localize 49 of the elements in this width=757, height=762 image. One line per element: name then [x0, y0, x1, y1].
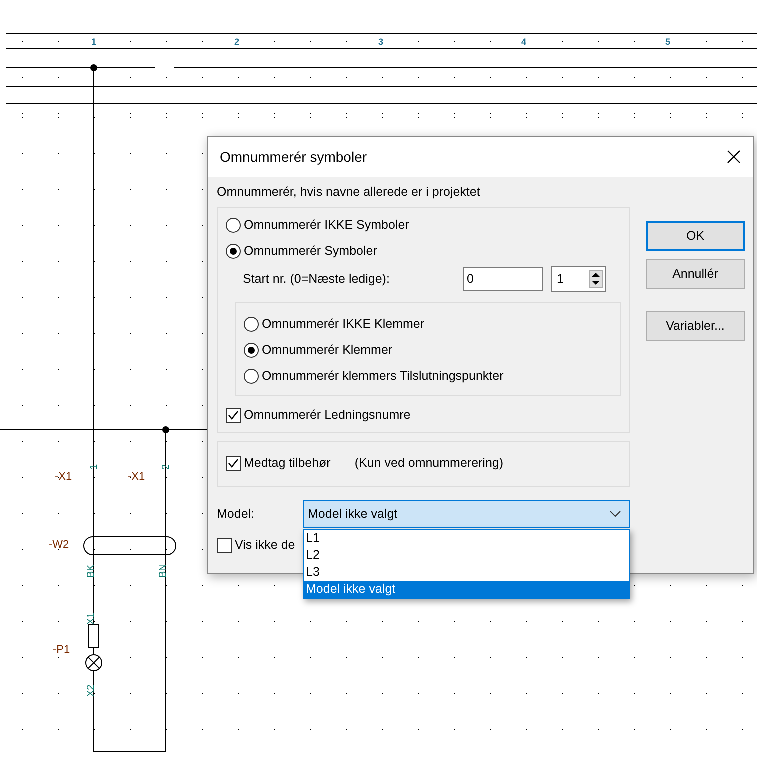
- column-number: 5: [666, 37, 670, 47]
- device-label: -X1: [128, 471, 146, 483]
- dialog-title: Omnummerér symboler: [220, 149, 368, 165]
- dropdown-option[interactable]: Model ikke valgt: [304, 581, 629, 598]
- column-number: 2: [234, 37, 240, 47]
- terminal-label: 2: [161, 464, 172, 470]
- checkbox[interactable]: [226, 456, 241, 470]
- terminal-label: BN: [158, 564, 169, 578]
- radio-label: Omnummerér klemmers Tilslutningspunkter: [262, 369, 504, 383]
- terminal-label: X2: [86, 684, 97, 697]
- checkbox[interactable]: [217, 538, 232, 552]
- section-heading: Omnummerér, hvis navne allerede er i projektet: [217, 185, 482, 201]
- chevron-down-icon: [610, 510, 621, 518]
- column-number: 4: [522, 37, 526, 47]
- radio-button[interactable]: [226, 244, 241, 258]
- radio-label: Omnummerér Symboler: [244, 244, 378, 258]
- dropdown-option[interactable]: L3: [304, 564, 629, 581]
- radio-button[interactable]: [244, 342, 259, 358]
- column-number: 1: [92, 37, 96, 47]
- radio-label: Omnummerér IKKE Symboler: [244, 218, 410, 232]
- radio-button[interactable]: [244, 368, 259, 384]
- radio-label: Omnummerér Klemmer: [262, 343, 393, 357]
- dialog-button[interactable]: Annullér: [646, 259, 745, 289]
- checkbox-label: Vis ikke de: [235, 538, 296, 552]
- note-text: (Kun ved omnummerering): [354, 456, 504, 470]
- radio-button[interactable]: [226, 218, 241, 232]
- terminal-label: BK: [86, 564, 97, 578]
- checkbox-label: Omnummerér Ledningsnumre: [244, 408, 411, 422]
- dialog-button[interactable]: Variabler...: [646, 311, 745, 341]
- terminal-label: X1: [86, 612, 97, 625]
- radio-button[interactable]: [244, 316, 259, 332]
- dropdown-option[interactable]: L1: [304, 530, 629, 547]
- model-dropdown[interactable]: Model ikke valgt: [303, 500, 630, 528]
- dialog-button[interactable]: OK: [646, 221, 745, 251]
- model-label: Model:: [217, 507, 256, 521]
- checkbox-label: Medtag tilbehør: [244, 456, 331, 470]
- terminal-label: 1: [89, 464, 100, 470]
- column-number: 3: [378, 37, 384, 47]
- spin-arrows-icon[interactable]: [589, 270, 603, 288]
- close-icon[interactable]: [727, 150, 741, 164]
- radio-label: Omnummerér IKKE Klemmer: [262, 317, 425, 331]
- device-label: -X1: [55, 471, 72, 483]
- device-label: -P1: [53, 644, 70, 656]
- start-number-field[interactable]: 0: [463, 267, 543, 291]
- device-label: -W2: [49, 539, 70, 551]
- start-label: Start nr. (0=Næste ledige):: [243, 272, 391, 286]
- dropdown-option[interactable]: L2: [304, 547, 629, 564]
- step-spin-field[interactable]: 1: [551, 266, 606, 292]
- checkbox[interactable]: [226, 408, 241, 422]
